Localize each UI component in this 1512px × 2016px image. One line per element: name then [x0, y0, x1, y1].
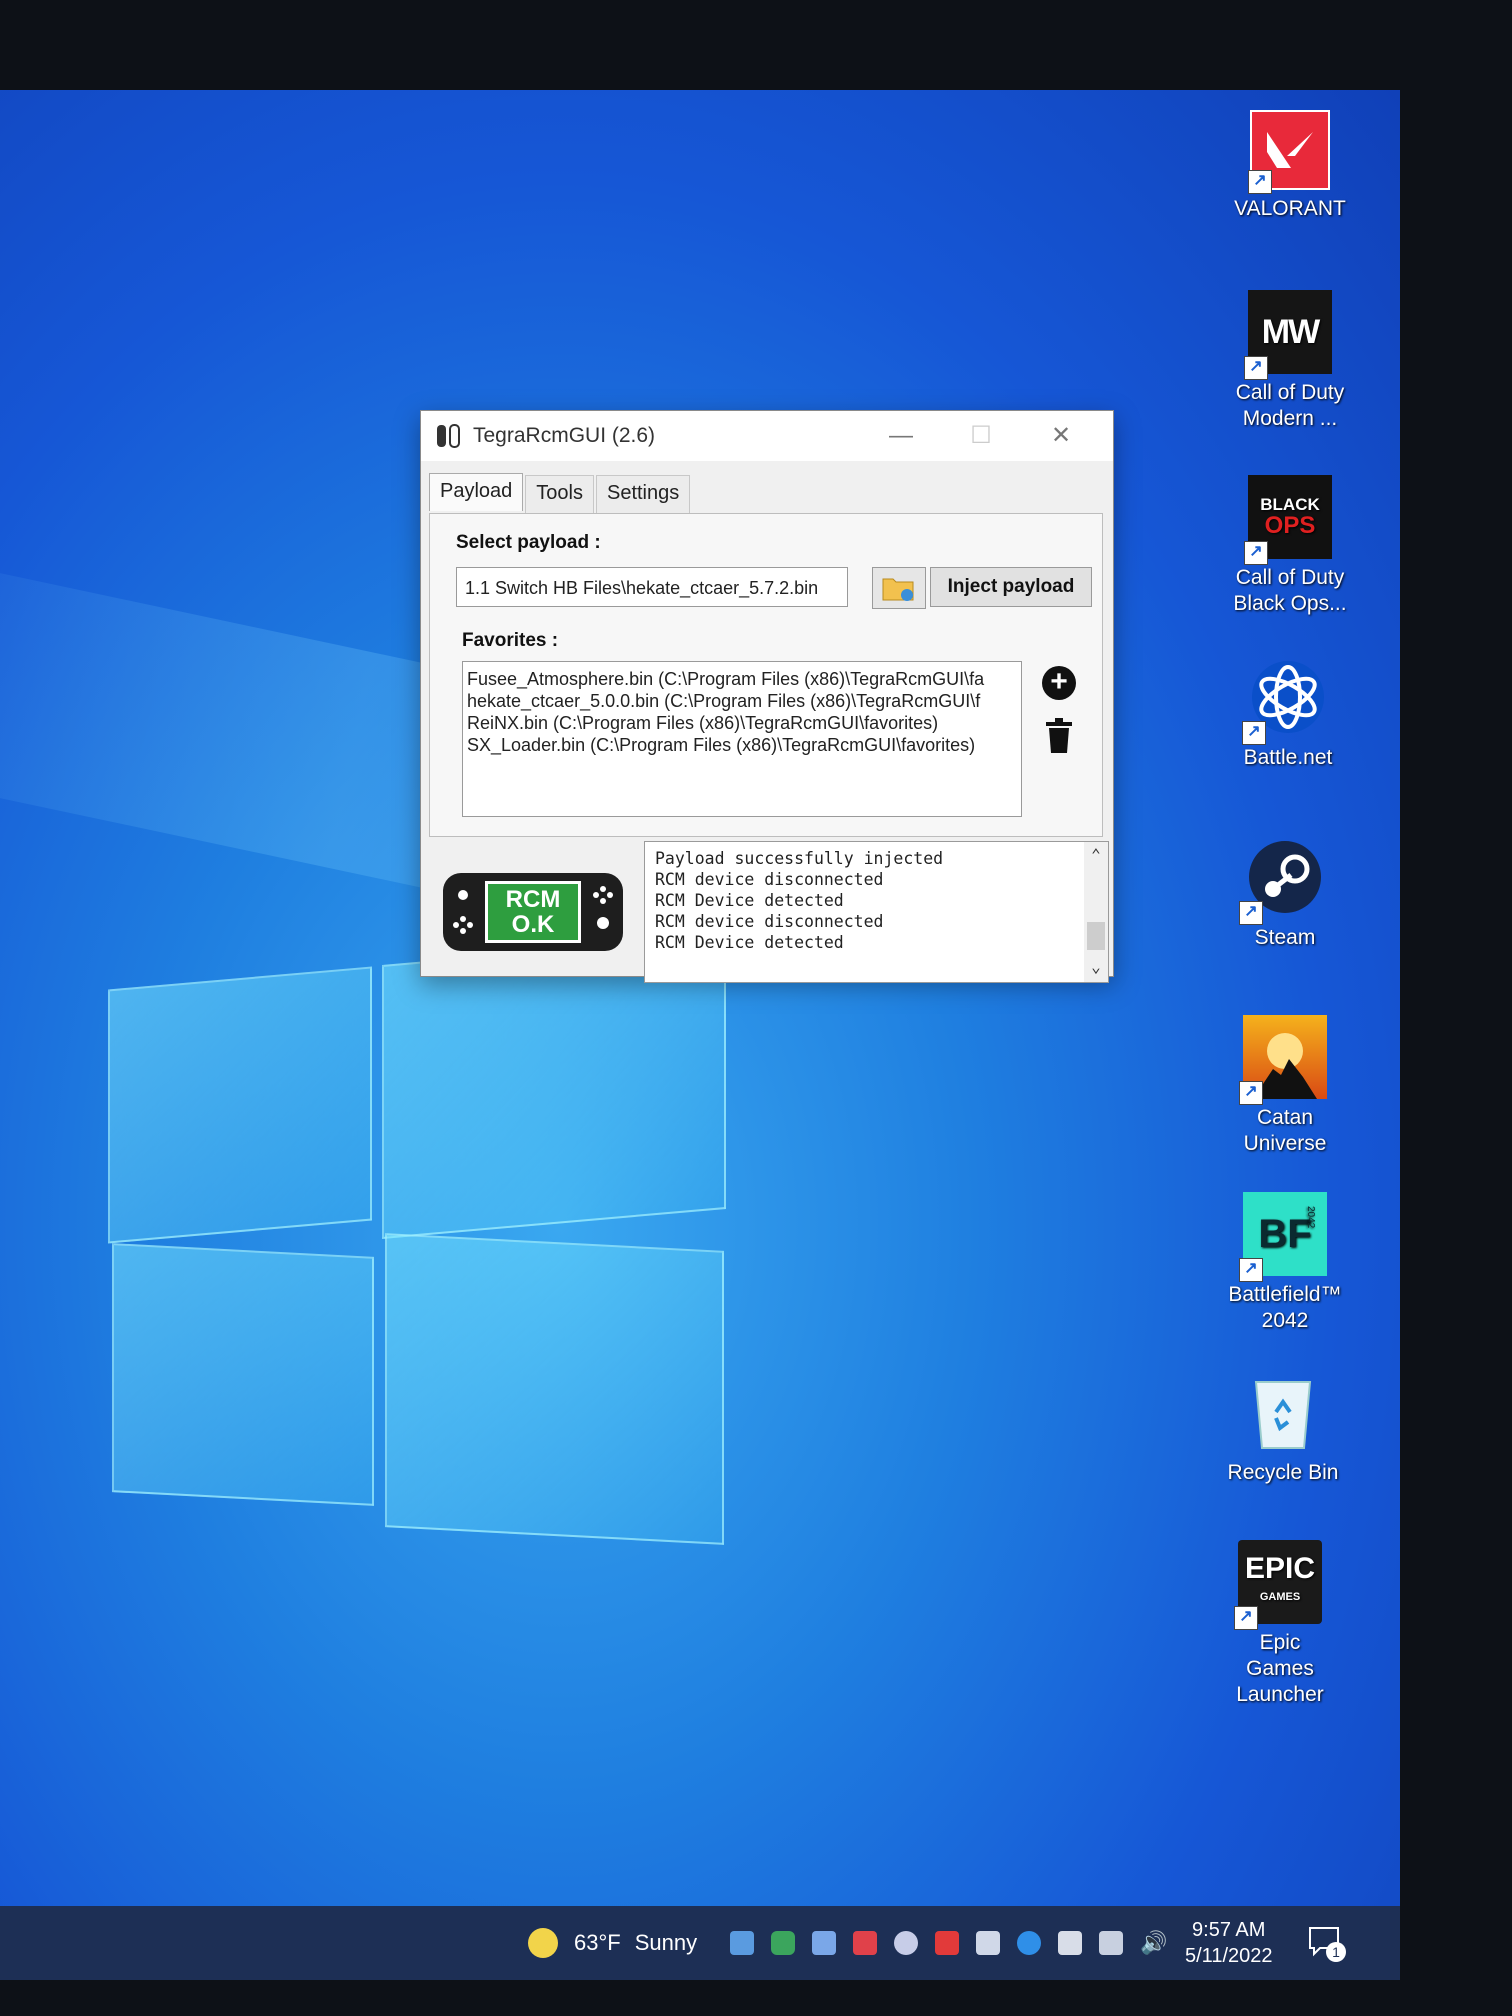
desktop-icon-valorant[interactable]: ↗ VALORANT	[1220, 110, 1360, 222]
volume-icon[interactable]: 🔊	[1140, 1931, 1167, 1955]
recycle-bin-icon	[1241, 1370, 1325, 1454]
window-title: TegraRcmGUI (2.6)	[473, 424, 656, 447]
desktop-icon-cod-mw[interactable]: MW ↗ Call of Duty Modern ...	[1220, 290, 1360, 432]
weather-widget[interactable]: 63°F Sunny	[528, 1906, 697, 1980]
switch-tray-icon[interactable]	[771, 1931, 795, 1955]
desktop-icon-epic-games[interactable]: EPIC GAMES ↗ Epic Games Launcher	[1210, 1540, 1350, 1708]
desktop-icon-catan[interactable]: ↗ Catan Universe	[1215, 1015, 1355, 1157]
log-line: Payload successfully injected	[655, 849, 944, 868]
payload-path-input[interactable]: 1.1 Switch HB Files\hekate_ctcaer_5.7.2.…	[456, 567, 848, 607]
epic-games-logo-text: GAMES	[1259, 1591, 1301, 1603]
desktop-icon-label: Battle.net	[1243, 746, 1333, 769]
add-favorite-button[interactable]: +	[1042, 666, 1076, 700]
cod-mw-logo-text: MW	[1261, 313, 1320, 351]
amd-icon[interactable]	[935, 1931, 959, 1955]
minimize-button[interactable]: —	[871, 411, 931, 461]
rcm-status-line1: RCM	[505, 886, 561, 913]
tab-tools[interactable]: Tools	[525, 475, 594, 513]
log-line: RCM Device detected	[655, 891, 844, 910]
log-line: RCM device disconnected	[655, 912, 884, 931]
inject-payload-button[interactable]: Inject payload	[930, 567, 1092, 607]
shield-red-icon[interactable]	[853, 1931, 877, 1955]
clock-date: 5/11/2022	[1185, 1945, 1273, 1967]
select-payload-label: Select payload :	[456, 532, 601, 553]
desktop-icon-label: Call of Duty Black Ops...	[1233, 566, 1347, 615]
taskbar: 63°F Sunny 🔊 9:57 AM 5/11/2022 1	[0, 1906, 1400, 1980]
scrollbar-thumb[interactable]	[1087, 922, 1105, 950]
folder-icon	[882, 578, 914, 601]
weather-condition: Sunny	[634, 1930, 698, 1955]
battlenet-icon: ↗	[1242, 655, 1330, 745]
cod-black-ops-icon: BLACK OPS ↗	[1244, 475, 1332, 565]
security-icon[interactable]	[1058, 1931, 1082, 1955]
list-item[interactable]: hekate_ctcaer_5.0.0.bin (C:\Program File…	[467, 690, 1017, 712]
status-area: RCM O.K Payload successfully injected RC…	[429, 841, 1109, 983]
title-bar[interactable]: TegraRcmGUI (2.6) — ☐ ✕	[421, 411, 1113, 461]
bluetooth-icon[interactable]	[1017, 1931, 1041, 1955]
network-icon[interactable]	[1099, 1931, 1123, 1955]
tab-settings[interactable]: Settings	[595, 475, 691, 513]
system-tray: 🔊	[730, 1906, 1181, 1980]
tegrarcmgui-window: TegraRcmGUI (2.6) — ☐ ✕ Payload Tools Se…	[420, 410, 1114, 983]
catan-icon: ↗	[1239, 1015, 1327, 1105]
black-ops-logo-text-red: OPS	[1264, 512, 1316, 539]
log-line: RCM device disconnected	[655, 870, 884, 889]
sun-icon	[528, 1928, 558, 1958]
list-item[interactable]: SX_Loader.bin (C:\Program Files (x86)\Te…	[467, 734, 1017, 756]
valorant-icon: ↗	[1248, 110, 1330, 194]
notification-badge: 1	[1326, 1942, 1346, 1962]
chevron-up-icon[interactable]: ⌃	[1084, 844, 1108, 866]
discord-icon[interactable]	[894, 1931, 918, 1955]
desktop-icon-label: Epic Games Launcher	[1236, 1631, 1324, 1706]
desktop-icon-label: Catan Universe	[1243, 1106, 1327, 1155]
tab-bar: Payload Tools Settings	[429, 473, 692, 513]
rcm-status-line2: O.K	[511, 911, 555, 938]
cod-mw-icon: MW ↗	[1244, 290, 1332, 380]
rcm-status-indicator: RCM O.K	[443, 873, 623, 951]
desktop-icon-label: Call of Duty Modern ...	[1235, 381, 1345, 430]
notification-center-button[interactable]: 1	[1308, 1906, 1346, 1980]
display-icon[interactable]	[976, 1931, 1000, 1955]
switch-app-icon	[437, 424, 460, 448]
cloud-icon[interactable]	[812, 1931, 836, 1955]
payload-panel: Select payload : 1.1 Switch HB Files\hek…	[429, 513, 1103, 837]
desktop-icon-label: Battlefield™ 2042	[1228, 1283, 1342, 1332]
joycon-left-icon	[453, 890, 473, 934]
clock[interactable]: 9:57 AM 5/11/2022	[1185, 1906, 1273, 1980]
battlefield-year-text: 2042	[1305, 1206, 1316, 1229]
browse-folder-button[interactable]	[872, 567, 926, 609]
battlefield-icon: BF 2042 ↗	[1239, 1192, 1327, 1282]
trash-icon[interactable]	[1044, 718, 1074, 754]
desktop: ↗ VALORANT MW ↗ Call of Duty Modern ... …	[0, 90, 1400, 1980]
windows-logo-wallpaper	[100, 920, 740, 1545]
epic-games-icon: EPIC GAMES ↗	[1234, 1540, 1322, 1630]
joycon-right-icon	[593, 886, 613, 929]
desktop-icon-recycle-bin[interactable]: Recycle Bin	[1213, 1370, 1353, 1486]
log-line: RCM Device detected	[655, 933, 844, 952]
chevron-down-icon[interactable]: ⌄	[1084, 956, 1108, 978]
desktop-icon-cod-black-ops[interactable]: BLACK OPS ↗ Call of Duty Black Ops...	[1220, 475, 1360, 617]
clock-time: 9:57 AM	[1192, 1919, 1266, 1941]
weather-temp: 63°F	[574, 1930, 621, 1955]
plus-icon: +	[1050, 665, 1068, 698]
tab-payload[interactable]: Payload	[429, 473, 524, 511]
favorites-label: Favorites :	[462, 630, 559, 651]
steam-icon: ↗	[1239, 835, 1327, 925]
desktop-icon-label: VALORANT	[1234, 197, 1346, 220]
desktop-icon-label: Recycle Bin	[1227, 1461, 1339, 1484]
close-button[interactable]: ✕	[1031, 411, 1091, 461]
desktop-icon-label: Steam	[1254, 926, 1316, 949]
maximize-button[interactable]: ☐	[951, 411, 1011, 461]
epic-logo-text: EPIC	[1244, 1552, 1316, 1585]
desktop-icon-battlefield[interactable]: BF 2042 ↗ Battlefield™ 2042	[1215, 1192, 1355, 1334]
list-item[interactable]: Fusee_Atmosphere.bin (C:\Program Files (…	[467, 668, 1017, 690]
desktop-icon-battlenet[interactable]: ↗ Battle.net	[1218, 655, 1358, 771]
log-scrollbar[interactable]: ⌃ ⌄	[1084, 842, 1108, 982]
rcm-ok-screen: RCM O.K	[485, 881, 581, 943]
favorites-list[interactable]: Fusee_Atmosphere.bin (C:\Program Files (…	[462, 661, 1022, 817]
drive-icon[interactable]	[730, 1931, 754, 1955]
log-output[interactable]: Payload successfully injected RCM device…	[644, 841, 1109, 983]
list-item[interactable]: ReiNX.bin (C:\Program Files (x86)\TegraR…	[467, 712, 1017, 734]
desktop-icon-steam[interactable]: ↗ Steam	[1215, 835, 1355, 951]
